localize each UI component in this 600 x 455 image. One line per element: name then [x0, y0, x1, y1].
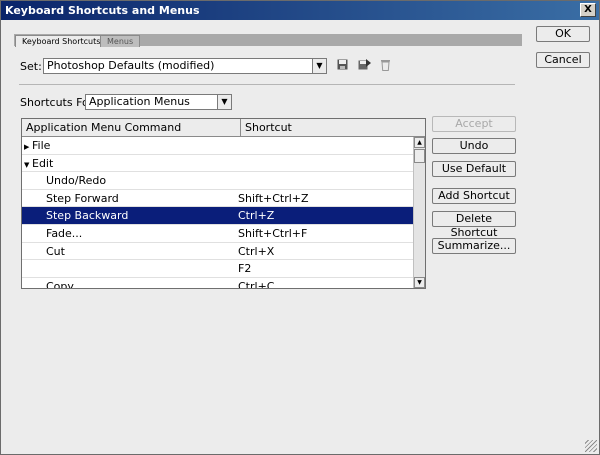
row-command: Cut [46, 243, 65, 260]
row-command: ▼ Edit [24, 155, 53, 172]
ok-button[interactable]: OK [536, 26, 590, 42]
table-rows: ▶ File ▼ Edit Undo/Redo Step Forward Shift+Ctr… [22, 137, 413, 289]
close-icon[interactable]: X [580, 3, 596, 17]
row-command-text: File [32, 139, 51, 152]
row-command: Copy [46, 278, 74, 289]
delete-set-icon[interactable] [379, 59, 392, 72]
row-command: Undo/Redo [46, 172, 106, 189]
table-row[interactable]: Undo/Redo [22, 172, 413, 190]
summarize-button[interactable]: Summarize... [432, 238, 516, 254]
save-set-icon[interactable] [336, 59, 349, 72]
triangle-right-icon[interactable]: ▶ [24, 139, 32, 156]
table-row[interactable]: Fade... Shift+Ctrl+F [22, 225, 413, 243]
shortcuts-for-select[interactable]: Application Menus ▼ [85, 94, 232, 110]
table-row[interactable]: F2 [22, 260, 413, 278]
shortcuts-for-value: Application Menus [89, 95, 190, 108]
save-set-as-icon[interactable] [358, 59, 371, 72]
row-command: ▶ File [24, 137, 50, 154]
row-command: Step Backward [46, 207, 128, 224]
divider [19, 84, 515, 85]
cancel-button[interactable]: Cancel [536, 52, 590, 68]
row-command: Step Forward [46, 190, 119, 207]
scroll-up-icon[interactable]: ▲ [414, 137, 425, 148]
undo-button[interactable]: Undo [432, 138, 516, 154]
tab-keyboard-shortcuts[interactable]: Keyboard Shortcuts [15, 35, 108, 47]
table-row[interactable]: Cut Ctrl+X [22, 243, 413, 261]
table-row[interactable]: Step Backward Ctrl+Z [22, 207, 413, 225]
table-row[interactable]: Copy Ctrl+C [22, 278, 413, 289]
accept-button[interactable]: Accept [432, 116, 516, 132]
scroll-down-icon[interactable]: ▼ [414, 277, 425, 288]
set-select-value: Photoshop Defaults (modified) [47, 59, 215, 72]
tab-menus[interactable]: Menus [100, 35, 141, 47]
row-shortcut[interactable]: Ctrl+X [238, 243, 274, 260]
row-command-text: Fade... [46, 226, 83, 240]
table-header: Application Menu Command Shortcut [22, 119, 425, 137]
row-command-text: Copy [46, 279, 74, 289]
resize-grip-icon[interactable] [585, 440, 597, 452]
use-default-button[interactable]: Use Default [432, 161, 516, 177]
add-shortcut-button[interactable]: Add Shortcut [432, 188, 516, 204]
row-command-text: Cut [46, 244, 65, 258]
set-label: Set: [20, 60, 42, 73]
row-command-text: Step Backward [46, 209, 129, 223]
shortcuts-table: Application Menu Command Shortcut ▶ File ▼… [21, 118, 426, 289]
table-group-row[interactable]: ▶ File [22, 137, 413, 155]
row-command: Fade... [46, 225, 82, 242]
table-group-row[interactable]: ▼ Edit [22, 155, 413, 173]
row-shortcut[interactable]: F2 [238, 260, 251, 277]
row-command-text: Edit [32, 156, 54, 170]
window-title: Keyboard Shortcuts and Menus [5, 4, 200, 17]
chevron-down-icon: ▼ [312, 59, 326, 73]
row-command-text: Undo/Redo [46, 174, 107, 188]
delete-shortcut-button[interactable]: Delete Shortcut [432, 211, 516, 239]
row-command-text: Step Forward [46, 191, 119, 205]
row-shortcut[interactable]: Ctrl+Z [238, 207, 274, 224]
row-shortcut[interactable]: Shift+Ctrl+Z [238, 190, 309, 207]
dialog-window: Keyboard Shortcuts and Menus X Keyboard … [0, 0, 600, 455]
set-select[interactable]: Photoshop Defaults (modified) ▼ [43, 58, 327, 74]
chevron-down-icon: ▼ [217, 95, 231, 109]
column-header-command[interactable]: Application Menu Command [22, 119, 240, 137]
triangle-down-icon[interactable]: ▼ [24, 157, 32, 174]
row-shortcut[interactable]: Shift+Ctrl+F [238, 225, 307, 242]
scroll-thumb[interactable] [414, 149, 425, 163]
title-bar[interactable]: Keyboard Shortcuts and Menus X [1, 1, 599, 20]
column-header-shortcut[interactable]: Shortcut [240, 119, 425, 137]
vertical-scrollbar[interactable]: ▲ ▼ [413, 137, 425, 288]
table-row[interactable]: Step Forward Shift+Ctrl+Z [22, 190, 413, 208]
row-shortcut[interactable]: Ctrl+C [238, 278, 274, 288]
